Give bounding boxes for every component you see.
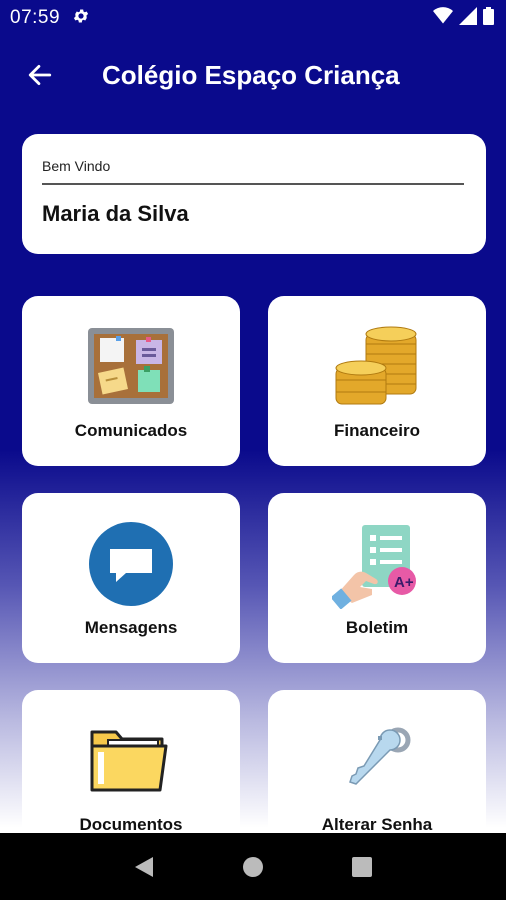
nav-recents-button[interactable] — [342, 847, 382, 887]
system-nav-bar — [0, 833, 506, 900]
back-button[interactable] — [20, 55, 60, 95]
welcome-label: Bem Vindo — [42, 158, 464, 185]
signal-icon — [459, 6, 477, 30]
tile-financeiro[interactable]: Financeiro — [268, 296, 486, 466]
tile-label: Documentos — [79, 815, 183, 834]
tile-label: Financeiro — [334, 421, 420, 440]
key-icon — [332, 716, 422, 806]
nav-home-button[interactable] — [233, 847, 273, 887]
recents-square-icon — [351, 856, 372, 877]
tile-comunicados[interactable]: Comunicados — [22, 296, 240, 466]
svg-text:A+: A+ — [394, 574, 414, 591]
settings-icon — [72, 7, 90, 30]
tile-label: Alterar Senha — [321, 815, 433, 834]
tile-label: Mensagens — [84, 618, 178, 637]
user-name: Maria da Silva — [42, 201, 189, 226]
tile-label: Boletim — [345, 618, 409, 637]
app-bar: Colégio Espaço Criança — [0, 36, 506, 114]
arrow-left-icon — [28, 64, 52, 86]
bulletin-board-icon — [86, 322, 176, 412]
wifi-icon — [433, 6, 453, 30]
status-bar: 07:59 — [0, 0, 506, 36]
back-triangle-icon — [135, 856, 154, 877]
folder-icon — [86, 716, 176, 806]
nav-back-button[interactable] — [124, 847, 164, 887]
tile-label: Comunicados — [74, 421, 188, 440]
status-time: 07:59 — [10, 7, 61, 28]
battery-icon — [483, 6, 494, 30]
tile-mensagens[interactable]: Mensagens — [22, 493, 240, 663]
chat-bubble-icon — [86, 519, 176, 609]
app-title: Colégio Espaço Criança — [102, 59, 400, 90]
coins-icon — [332, 322, 422, 412]
home-circle-icon — [242, 856, 263, 877]
tile-boletim[interactable]: A+ Boletim — [268, 493, 486, 663]
welcome-card: Bem Vindo Maria da Silva — [22, 134, 486, 254]
report-card-icon: A+ — [330, 519, 422, 610]
